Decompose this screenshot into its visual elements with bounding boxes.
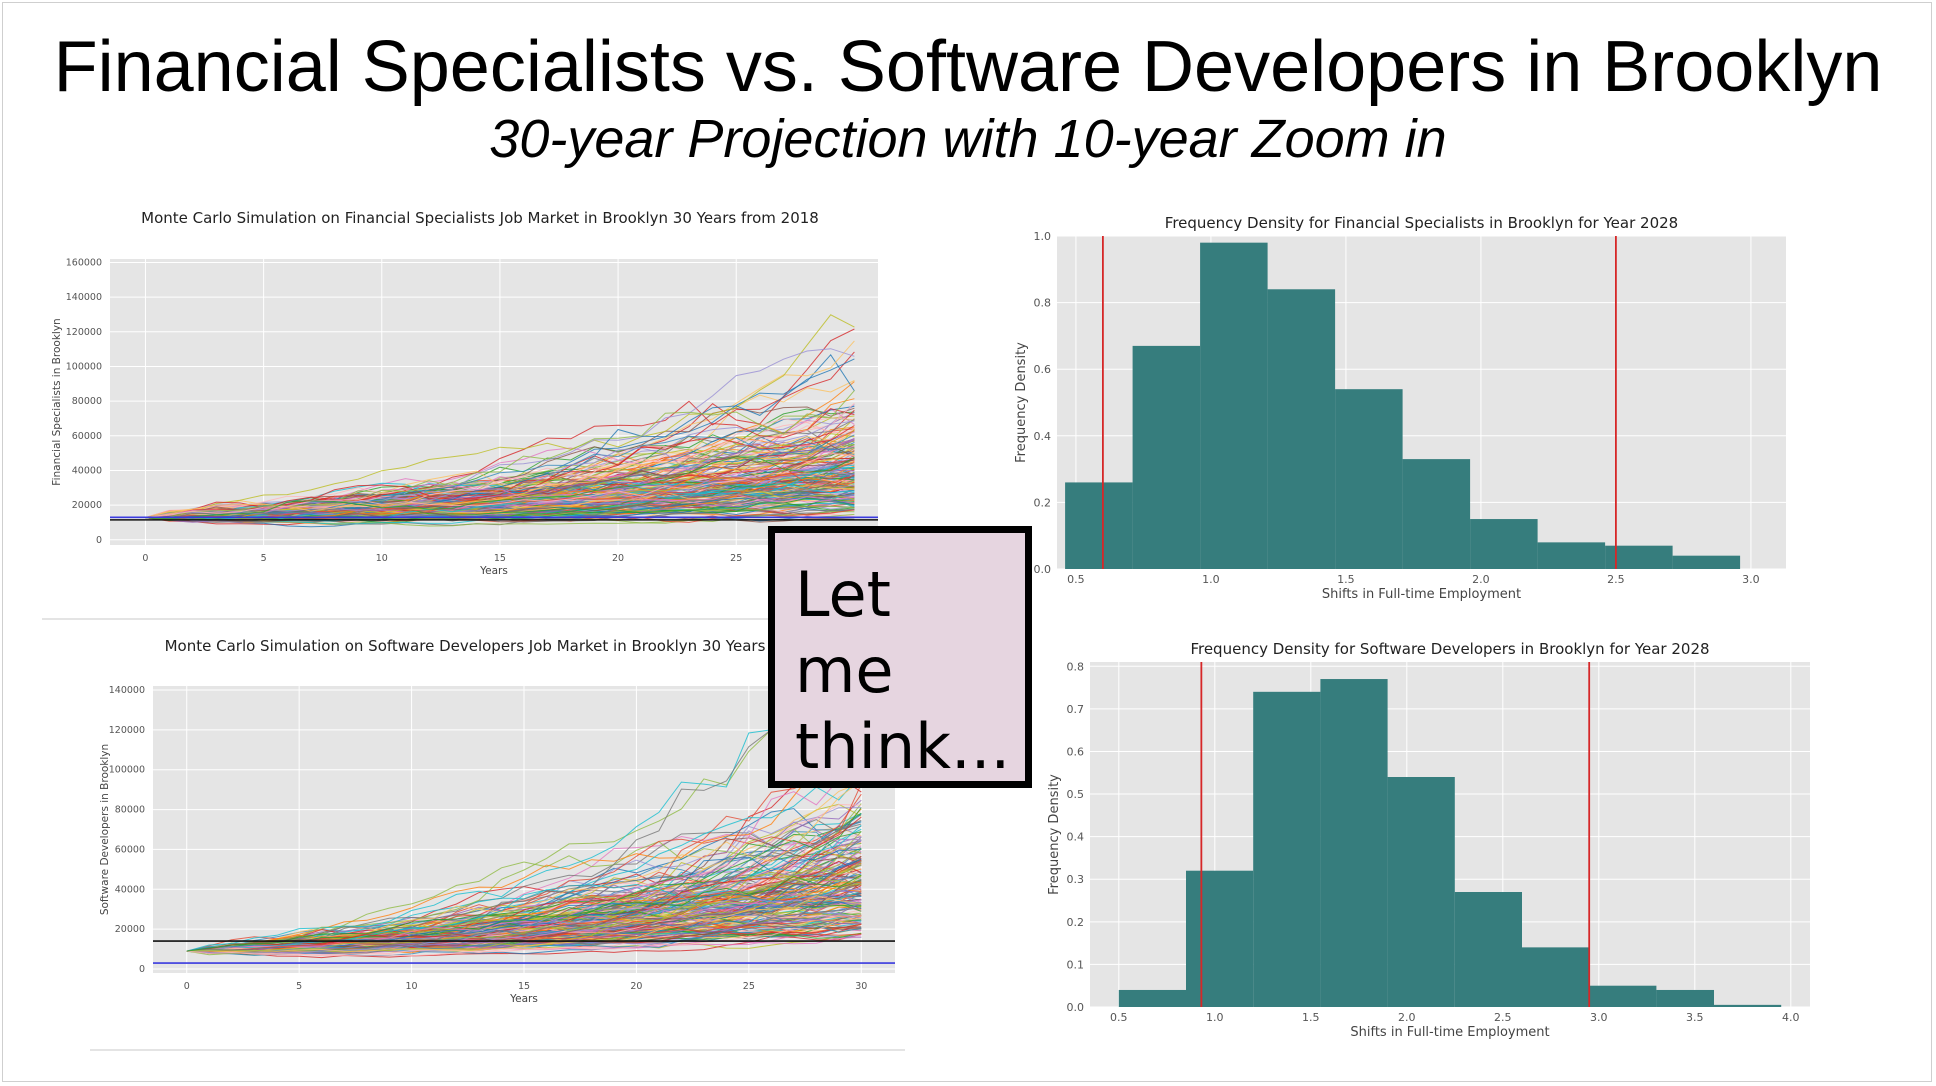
- histogram-bar: [1672, 555, 1741, 569]
- x-tick-label: 15: [494, 553, 506, 564]
- y-tick-label: 60000: [72, 431, 102, 442]
- y-tick-label: 140000: [66, 292, 102, 303]
- x-tick-label: 25: [730, 553, 742, 564]
- slide-title: Financial Specialists vs. Software Devel…: [53, 27, 1883, 107]
- y-tick-label: 40000: [72, 465, 102, 476]
- x-tick-label: 1.5: [1302, 1011, 1320, 1024]
- chart-title: Monte Carlo Simulation on Financial Spec…: [141, 209, 819, 227]
- x-axis-label: Shifts in Full-time Employment: [1350, 1025, 1549, 1040]
- financial-histogram-chart: Frequency Density for Financial Speciali…: [1010, 212, 1810, 612]
- histogram-bar: [1132, 345, 1201, 569]
- y-tick-label: 0.6: [1034, 363, 1052, 376]
- y-tick-label: 0.4: [1034, 430, 1052, 443]
- y-tick-label: 20000: [115, 924, 145, 935]
- histogram-bar: [1118, 989, 1186, 1007]
- y-tick-label: 0.2: [1034, 496, 1052, 509]
- y-tick-label: 80000: [115, 805, 145, 816]
- y-tick-label: 0.2: [1067, 916, 1085, 929]
- y-tick-label: 60000: [115, 844, 145, 855]
- histogram-bar: [1402, 459, 1471, 569]
- y-tick-label: 0.3: [1067, 873, 1085, 886]
- y-tick-label: 120000: [109, 725, 145, 736]
- histogram-bar: [1320, 679, 1388, 1007]
- y-axis-label: Frequency Density: [1014, 342, 1029, 463]
- y-tick-label: 0.0: [1034, 563, 1052, 576]
- x-tick-label: 10: [376, 553, 388, 564]
- y-tick-label: 100000: [66, 361, 102, 372]
- x-tick-label: 0.5: [1067, 573, 1085, 586]
- x-tick-label: 0: [142, 553, 148, 564]
- x-tick-label: 25: [743, 981, 755, 992]
- histogram-bar: [1200, 242, 1268, 569]
- x-tick-label: 3.0: [1742, 573, 1760, 586]
- histogram-bar: [1470, 519, 1538, 569]
- y-tick-label: 160000: [66, 257, 102, 268]
- histogram-bar: [1253, 691, 1321, 1007]
- histogram-bar: [1335, 389, 1403, 569]
- x-tick-label: 3.0: [1590, 1011, 1608, 1024]
- chart-title: Frequency Density for Financial Speciali…: [1165, 214, 1678, 232]
- y-tick-label: 0: [96, 535, 102, 546]
- histogram-bar: [1454, 892, 1522, 1007]
- x-tick-label: 1.0: [1202, 573, 1220, 586]
- thinking-callout: Let me think...: [768, 526, 1032, 788]
- x-tick-label: 1.0: [1206, 1011, 1224, 1024]
- x-tick-label: 4.0: [1782, 1011, 1800, 1024]
- y-tick-label: 120000: [66, 327, 102, 338]
- histogram-bar: [1387, 777, 1455, 1007]
- x-tick-label: 1.5: [1337, 573, 1355, 586]
- chart-title: Frequency Density for Software Developer…: [1190, 640, 1709, 658]
- histogram-bar: [1656, 989, 1714, 1007]
- x-tick-label: 15: [518, 981, 530, 992]
- y-tick-label: 0.5: [1067, 788, 1085, 801]
- x-axis-label: Shifts in Full-time Employment: [1322, 587, 1521, 602]
- x-tick-label: 5: [261, 553, 267, 564]
- software-histogram-svg: Frequency Density for Software Developer…: [1047, 640, 1810, 1040]
- histogram-bar: [1065, 482, 1133, 569]
- x-tick-label: 5: [296, 981, 302, 992]
- histogram-bar: [1186, 870, 1254, 1007]
- y-axis-label: Software Developers in Brooklyn: [99, 744, 111, 915]
- x-tick-label: 2.5: [1607, 573, 1625, 586]
- x-tick-label: 3.5: [1686, 1011, 1704, 1024]
- histogram-bar: [1267, 289, 1336, 569]
- x-tick-label: 20: [612, 553, 624, 564]
- y-tick-label: 40000: [115, 884, 145, 895]
- histogram-bar: [1537, 542, 1606, 569]
- financial-histogram-svg: Frequency Density for Financial Speciali…: [1014, 214, 1786, 602]
- y-tick-label: 0.7: [1067, 703, 1085, 716]
- y-axis-label: Financial Specialists in Brooklyn: [51, 318, 63, 485]
- y-tick-label: 0: [139, 964, 145, 975]
- y-tick-label: 0.8: [1034, 297, 1052, 310]
- y-tick-label: 0.8: [1067, 660, 1085, 673]
- histogram-bar: [1714, 1004, 1782, 1007]
- x-tick-label: 0.5: [1110, 1011, 1128, 1024]
- chart-title: Monte Carlo Simulation on Software Devel…: [165, 637, 766, 655]
- x-axis-label: Years: [509, 993, 538, 1005]
- x-axis-label: Years: [479, 565, 508, 577]
- histogram-bar: [1522, 947, 1590, 1007]
- x-tick-label: 2.0: [1472, 573, 1490, 586]
- y-tick-label: 0.6: [1067, 745, 1085, 758]
- x-tick-label: 20: [630, 981, 642, 992]
- histogram-bar: [1589, 985, 1657, 1007]
- y-tick-label: 1.0: [1034, 230, 1052, 243]
- slide-subtitle: 30-year Projection with 10-year Zoom in: [489, 109, 1447, 169]
- y-tick-label: 0.1: [1067, 958, 1085, 971]
- x-tick-label: 2.0: [1398, 1011, 1416, 1024]
- y-tick-label: 20000: [72, 500, 102, 511]
- y-tick-label: 80000: [72, 396, 102, 407]
- x-tick-label: 0: [184, 981, 190, 992]
- thinking-callout-text: Let me think...: [795, 558, 1011, 783]
- x-tick-label: 2.5: [1494, 1011, 1512, 1024]
- software-histogram-chart: Frequency Density for Software Developer…: [1040, 632, 1830, 1052]
- y-tick-label: 0.0: [1067, 1001, 1085, 1014]
- y-tick-label: 100000: [109, 765, 145, 776]
- y-tick-label: 0.4: [1067, 831, 1085, 844]
- x-tick-label: 10: [406, 981, 418, 992]
- y-axis-label: Frequency Density: [1047, 774, 1062, 895]
- x-tick-label: 30: [855, 981, 867, 992]
- y-tick-label: 140000: [109, 685, 145, 696]
